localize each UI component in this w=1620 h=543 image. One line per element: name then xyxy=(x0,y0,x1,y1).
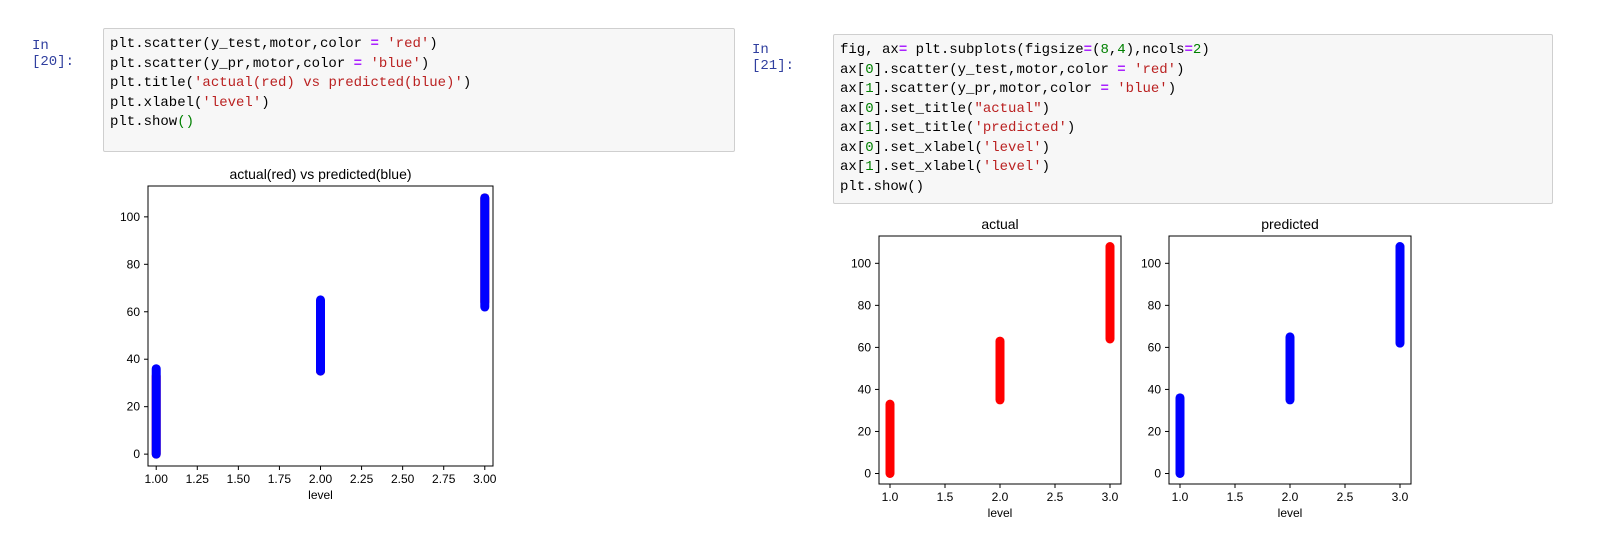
x-tick-label: 1.5 xyxy=(937,490,954,504)
x-tick-label: 2.25 xyxy=(350,472,374,486)
x-tick-label: 2.5 xyxy=(1337,490,1354,504)
y-tick-label: 60 xyxy=(1148,340,1162,354)
code-line: ax[0].scatter(y_test,motor,color = 'red'… xyxy=(840,61,1185,78)
y-tick-label: 0 xyxy=(864,466,871,480)
x-tick-label: 1.0 xyxy=(1172,490,1189,504)
y-tick-label: 0 xyxy=(133,447,140,461)
y-tick-label: 100 xyxy=(851,256,871,270)
x-tick-label: 2.0 xyxy=(1282,490,1299,504)
code-line: plt.scatter(y_pr,motor,color = 'blue') xyxy=(110,55,430,72)
code-line: ax[1].set_xlabel('level') xyxy=(840,159,1051,175)
x-tick-label: 1.5 xyxy=(1227,490,1244,504)
x-tick-label: 2.50 xyxy=(391,472,415,486)
code-line: plt.scatter(y_test,motor,color = 'red') xyxy=(110,36,438,52)
x-tick-label: 2.5 xyxy=(1047,490,1064,504)
chart-title: actual(red) vs predicted(blue) xyxy=(229,166,411,182)
scatter-plot-predicted: 1.0 1.5 2.0 2.5 3.0 0 20 40 60 80 100 predicted leve… xyxy=(1141,216,1412,520)
x-tick-label: 2.0 xyxy=(992,490,1009,504)
y-tick-label: 20 xyxy=(858,424,872,438)
x-tick-label: 3.0 xyxy=(1392,490,1409,504)
code-line: plt.show() xyxy=(840,178,925,195)
x-tick-label: 2.75 xyxy=(432,472,456,486)
y-tick-label: 40 xyxy=(858,382,872,396)
y-tick-label: 40 xyxy=(1148,382,1162,396)
x-tick-label: 1.0 xyxy=(882,490,899,504)
code-line: ax[1].scatter(y_pr,motor,color = 'blue') xyxy=(840,81,1177,97)
y-tick-label: 60 xyxy=(858,340,872,354)
x-axis-label: level xyxy=(1278,506,1303,520)
x-tick-label: 2.00 xyxy=(309,472,333,486)
y-tick-label: 100 xyxy=(1141,256,1161,270)
x-tick-label: 3.00 xyxy=(473,472,497,486)
code-input-area[interactable]: fig, ax= plt.subplots(figsize=(8,4),ncol… xyxy=(833,34,1553,204)
code-line: fig, ax= plt.subplots(figsize=(8,4),ncol… xyxy=(840,42,1210,58)
x-tick-label: 3.0 xyxy=(1102,490,1119,504)
code-line: ax[0].set_xlabel('level') xyxy=(840,139,1051,156)
code-line: plt.show() xyxy=(110,114,195,130)
chart-title: actual xyxy=(981,216,1018,232)
y-tick-label: 20 xyxy=(1148,424,1162,438)
chart-title: predicted xyxy=(1261,216,1319,232)
y-tick-label: 100 xyxy=(120,210,140,224)
y-tick-label: 20 xyxy=(127,400,141,414)
cell-prompt: In [21]: xyxy=(752,42,795,74)
y-tick-label: 60 xyxy=(127,305,141,319)
y-tick-label: 0 xyxy=(1154,466,1161,480)
code-editor[interactable]: fig, ax= plt.subplots(figsize=(8,4),ncol… xyxy=(834,35,1552,203)
x-tick-label: 1.25 xyxy=(186,472,210,486)
y-tick-label: 40 xyxy=(127,352,141,366)
scatter-plot-actual: 1.0 1.5 2.0 2.5 3.0 0 20 40 60 80 100 actual level xyxy=(851,216,1122,520)
scatter-plot-actual-vs-predicted: 1.00 1.25 1.50 1.75 2.00 2.25 2.50 2.75 3.00 0 20 4… xyxy=(120,166,497,502)
x-axis-label: level xyxy=(988,506,1013,520)
x-tick-label: 1.50 xyxy=(227,472,251,486)
code-line: plt.xlabel('level') xyxy=(110,94,270,111)
x-axis-label: level xyxy=(308,488,333,502)
y-tick-label: 80 xyxy=(1148,298,1162,312)
code-line: ax[0].set_title("actual") xyxy=(840,100,1051,117)
y-tick-label: 80 xyxy=(127,257,141,271)
code-line: plt.title('actual(red) vs predicted(blue… xyxy=(110,75,472,91)
code-line: ax[1].set_title('predicted') xyxy=(840,120,1076,136)
code-editor[interactable]: plt.scatter(y_test,motor,color = 'red') p… xyxy=(104,29,734,139)
x-tick-label: 1.75 xyxy=(268,472,292,486)
y-tick-label: 80 xyxy=(858,298,872,312)
x-tick-label: 1.00 xyxy=(145,472,169,486)
cell-prompt: In [20]: xyxy=(32,38,75,70)
code-input-area[interactable]: plt.scatter(y_test,motor,color = 'red') p… xyxy=(103,28,735,152)
